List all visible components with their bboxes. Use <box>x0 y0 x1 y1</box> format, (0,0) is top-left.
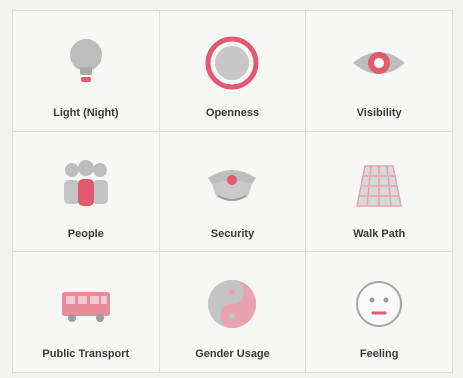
people-group-icon <box>63 159 108 206</box>
tile-label: Gender Usage <box>195 348 270 361</box>
tile-visibility: Visibility <box>306 11 453 132</box>
tile-public-transport: Public Transport <box>13 252 160 373</box>
criteria-grid: Light (Night) Openness Visibility People <box>12 10 453 373</box>
tile-label: Visibility <box>356 107 402 119</box>
tile-label: Security <box>210 227 255 240</box>
tile-label: People <box>67 227 104 240</box>
tile-label: Walk Path <box>353 227 406 240</box>
police-cap-icon <box>208 169 257 201</box>
tile-gender-usage: Gender Usage <box>159 252 307 373</box>
eye-icon <box>353 52 406 74</box>
tile-walk-path: Walk Path <box>306 131 453 253</box>
face-icon <box>356 281 403 328</box>
yin-yang-icon <box>208 280 257 329</box>
tile-label: Public Transport <box>42 348 130 361</box>
light-bulb-icon <box>69 39 102 82</box>
tile-feeling: Feeling <box>306 252 453 373</box>
tile-people: People <box>13 131 160 253</box>
tile-openness: Openness <box>159 11 307 132</box>
tile-label: Feeling <box>359 348 399 361</box>
tile-label: Openness <box>205 107 260 119</box>
tile-security: Security <box>159 131 307 253</box>
tile-light-night: Light (Night) <box>13 11 160 132</box>
bus-icon <box>61 292 110 323</box>
walk-path-icon <box>356 164 403 207</box>
tile-label: Light (Night) <box>53 107 119 119</box>
openness-circle-icon <box>205 36 259 90</box>
